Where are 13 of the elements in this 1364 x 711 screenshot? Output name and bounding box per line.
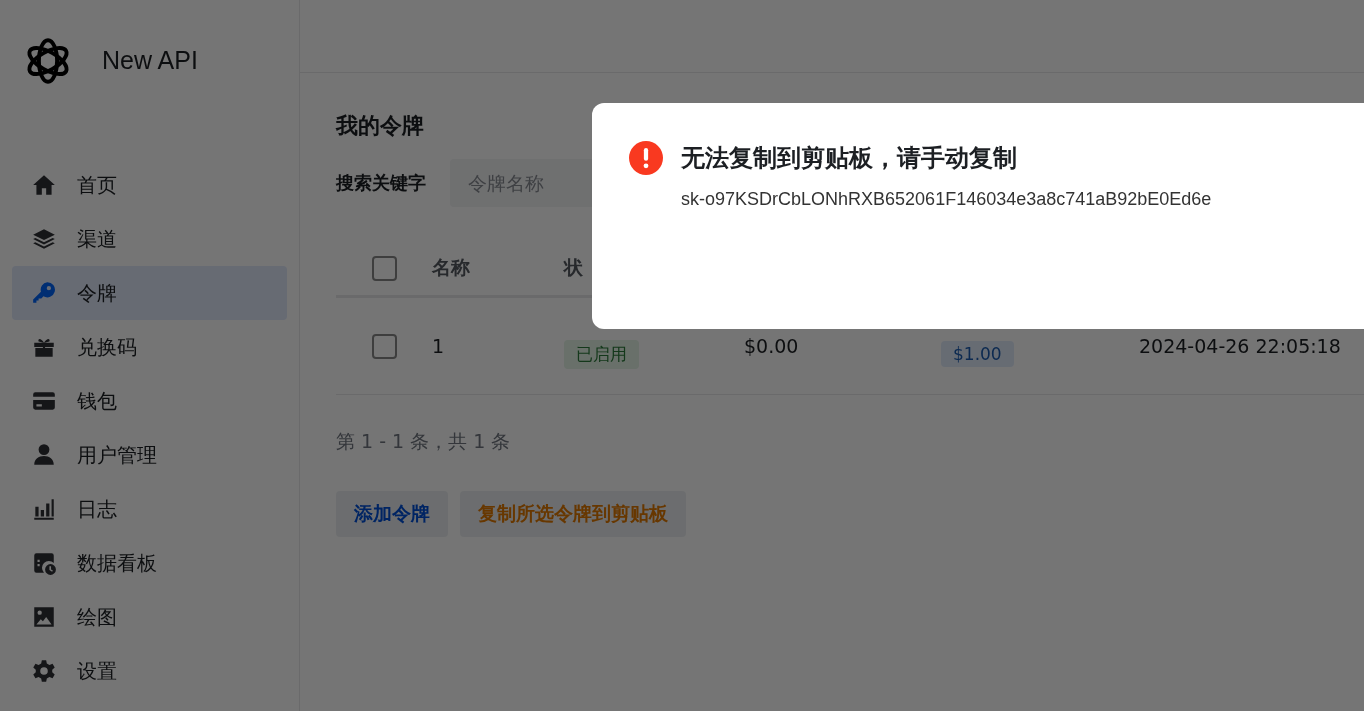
search-label: 搜索关键字: [336, 171, 426, 195]
column-header: 名称: [432, 255, 471, 280]
table-cell: 2024-04-26 22:05:18: [1139, 335, 1341, 357]
pagination-text: 第 1 - 1 条，共 1 条: [336, 429, 512, 454]
dialog-title: 无法复制到剪贴板，请手动复制: [681, 143, 1017, 174]
api-key-text: sk-o97KSDrCbLONhRXB652061F146034e3a8c741aB92bE0Ed6e: [681, 189, 1213, 210]
table-cell-text: 1: [432, 335, 446, 357]
page-title: 我的令牌: [336, 112, 425, 140]
status-tag: 已启用: [564, 339, 639, 369]
column-header: 状: [564, 255, 584, 280]
table-cell-text: $0.00: [744, 335, 800, 357]
quota-tag: $1.00: [941, 341, 1014, 367]
brand-name: New API: [102, 46, 198, 75]
